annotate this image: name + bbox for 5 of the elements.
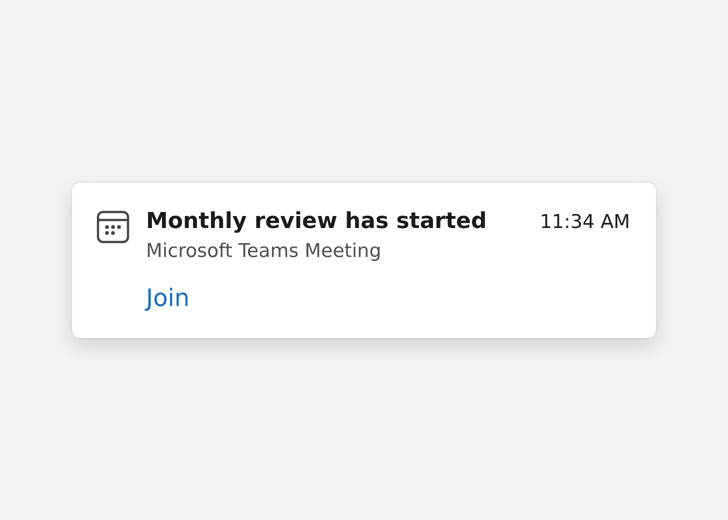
calendar-icon: [96, 210, 130, 244]
notification-title: Monthly review has started: [146, 208, 487, 234]
notification-time: 11:34 AM: [540, 210, 630, 232]
join-link[interactable]: Join: [146, 284, 190, 312]
notification-subtitle: Microsoft Teams Meeting: [146, 240, 382, 262]
